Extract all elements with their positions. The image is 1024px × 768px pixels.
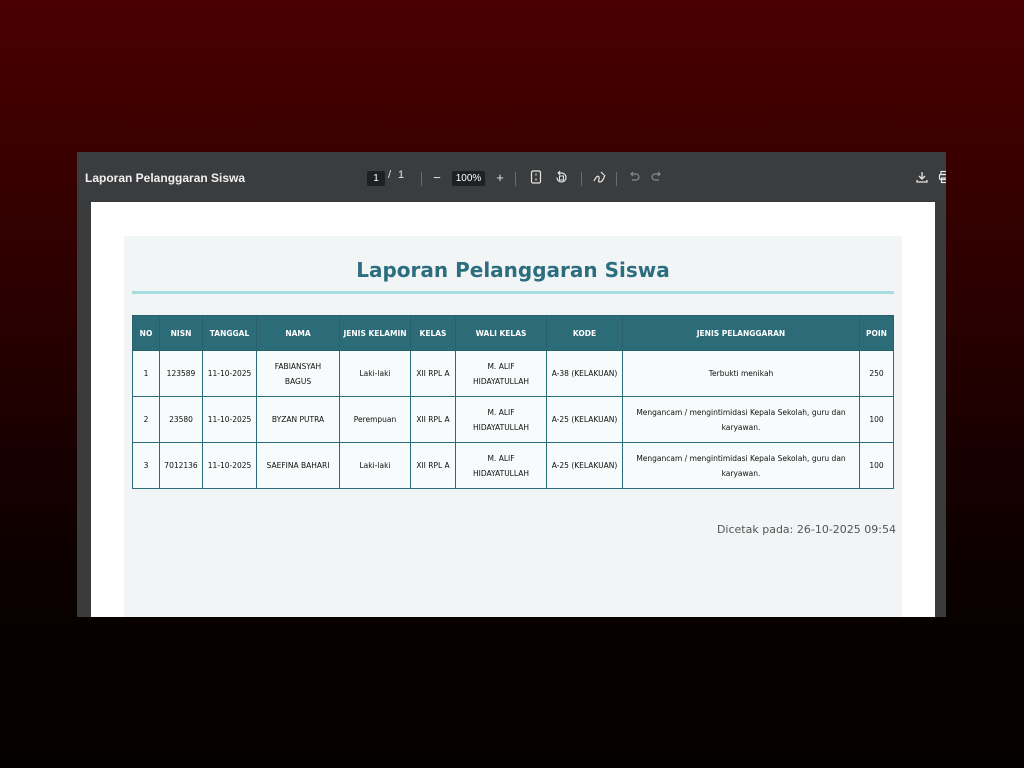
cell-poin: 100 [859, 442, 894, 489]
toolbar-divider [421, 172, 422, 186]
toolbar-divider [616, 172, 617, 186]
cell-nisn: 123589 [159, 350, 203, 397]
cell-wali-kelas: M. ALIF HIDAYATULLAH [455, 442, 547, 489]
print-icon[interactable] [937, 170, 946, 186]
cell-wali-kelas: M. ALIF HIDAYATULLAH [455, 350, 547, 397]
col-header-poin: POIN [859, 315, 894, 351]
printed-timestamp: Dicetak pada: 26-10-2025 09:54 [716, 523, 896, 536]
col-header-jenis-kelamin: JENIS KELAMIN [339, 315, 411, 351]
cell-nama: SAEFINA BAHARI [256, 442, 340, 489]
table-row: 3 7012136 11-10-2025 SAEFINA BAHARI Laki… [132, 442, 894, 489]
cell-kode: A-25 (KELAKUAN) [546, 396, 623, 443]
cell-jenis-pelanggaran: Mengancam / mengintimidasi Kepala Sekola… [622, 442, 860, 489]
plus-icon[interactable]: + [492, 170, 508, 186]
cell-kelas: XII RPL A [410, 350, 456, 397]
report-container: Laporan Pelanggaran Siswa NO NISN TANGGA… [124, 236, 902, 617]
table-row: 1 123589 11-10-2025 FABIANSYAH BAGUS Lak… [132, 350, 894, 397]
cell-poin: 250 [859, 350, 894, 397]
cell-jenis-pelanggaran: Mengancam / mengintimidasi Kepala Sekola… [622, 396, 860, 443]
toolbar-divider [581, 172, 582, 186]
report-title: Laporan Pelanggaran Siswa [356, 258, 670, 282]
cell-poin: 100 [859, 396, 894, 443]
document-title: Laporan Pelanggaran Siswa [85, 171, 246, 185]
cell-kode: A-38 (KELAKUAN) [546, 350, 623, 397]
col-header-tanggal: TANGGAL [202, 315, 257, 351]
download-icon[interactable] [914, 170, 930, 186]
cell-nisn: 7012136 [159, 442, 203, 489]
cell-nama: BYZAN PUTRA [256, 396, 340, 443]
violations-table: NO NISN TANGGAL NAMA JENIS KELAMIN KELAS… [132, 315, 894, 489]
toolbar-divider [515, 172, 516, 186]
page-total: 1 [398, 169, 405, 181]
cell-jenis-kelamin: Perempuan [339, 396, 411, 443]
pdf-toolbar: Laporan Pelanggaran Siswa 1 / 1 − 100% + [77, 152, 946, 202]
col-header-no: NO [132, 315, 160, 351]
cell-jenis-kelamin: Laki-laki [339, 350, 411, 397]
title-divider [132, 291, 894, 294]
col-header-kode: KODE [546, 315, 623, 351]
draw-icon[interactable] [591, 170, 607, 186]
cell-wali-kelas: M. ALIF HIDAYATULLAH [455, 396, 547, 443]
scrollbar-track[interactable] [935, 202, 946, 617]
cell-jenis-kelamin: Laki-laki [339, 442, 411, 489]
page-number-input[interactable]: 1 [367, 171, 385, 186]
page-separator: / [388, 169, 392, 181]
cell-nisn: 23580 [159, 396, 203, 443]
pdf-viewer: Laporan Pelanggaran Siswa 1 / 1 − 100% + [77, 152, 946, 617]
table-row: 2 23580 11-10-2025 BYZAN PUTRA Perempuan… [132, 396, 894, 443]
cell-nama: FABIANSYAH BAGUS [256, 350, 340, 397]
cell-kelas: XII RPL A [410, 442, 456, 489]
table-header-row: NO NISN TANGGAL NAMA JENIS KELAMIN KELAS… [132, 315, 894, 351]
fit-page-icon[interactable] [528, 170, 544, 186]
cell-no: 1 [132, 350, 160, 397]
col-header-wali-kelas: WALI KELAS [455, 315, 547, 351]
undo-icon[interactable] [625, 170, 641, 186]
col-header-jenis-pelanggaran: JENIS PELANGGARAN [622, 315, 860, 351]
redo-icon[interactable] [649, 170, 665, 186]
rotate-icon[interactable] [553, 170, 569, 186]
col-header-nama: NAMA [256, 315, 340, 351]
pdf-page: Laporan Pelanggaran Siswa NO NISN TANGGA… [91, 202, 935, 617]
cell-no: 3 [132, 442, 160, 489]
cell-tanggal: 11-10-2025 [202, 442, 257, 489]
minus-icon[interactable]: − [429, 170, 445, 186]
col-header-kelas: KELAS [410, 315, 456, 351]
cell-tanggal: 11-10-2025 [202, 396, 257, 443]
cell-jenis-pelanggaran: Terbukti menikah [622, 350, 860, 397]
col-header-nisn: NISN [159, 315, 203, 351]
cell-kelas: XII RPL A [410, 396, 456, 443]
cell-no: 2 [132, 396, 160, 443]
cell-kode: A-25 (KELAKUAN) [546, 442, 623, 489]
zoom-level-input[interactable]: 100% [452, 171, 485, 186]
cell-tanggal: 11-10-2025 [202, 350, 257, 397]
